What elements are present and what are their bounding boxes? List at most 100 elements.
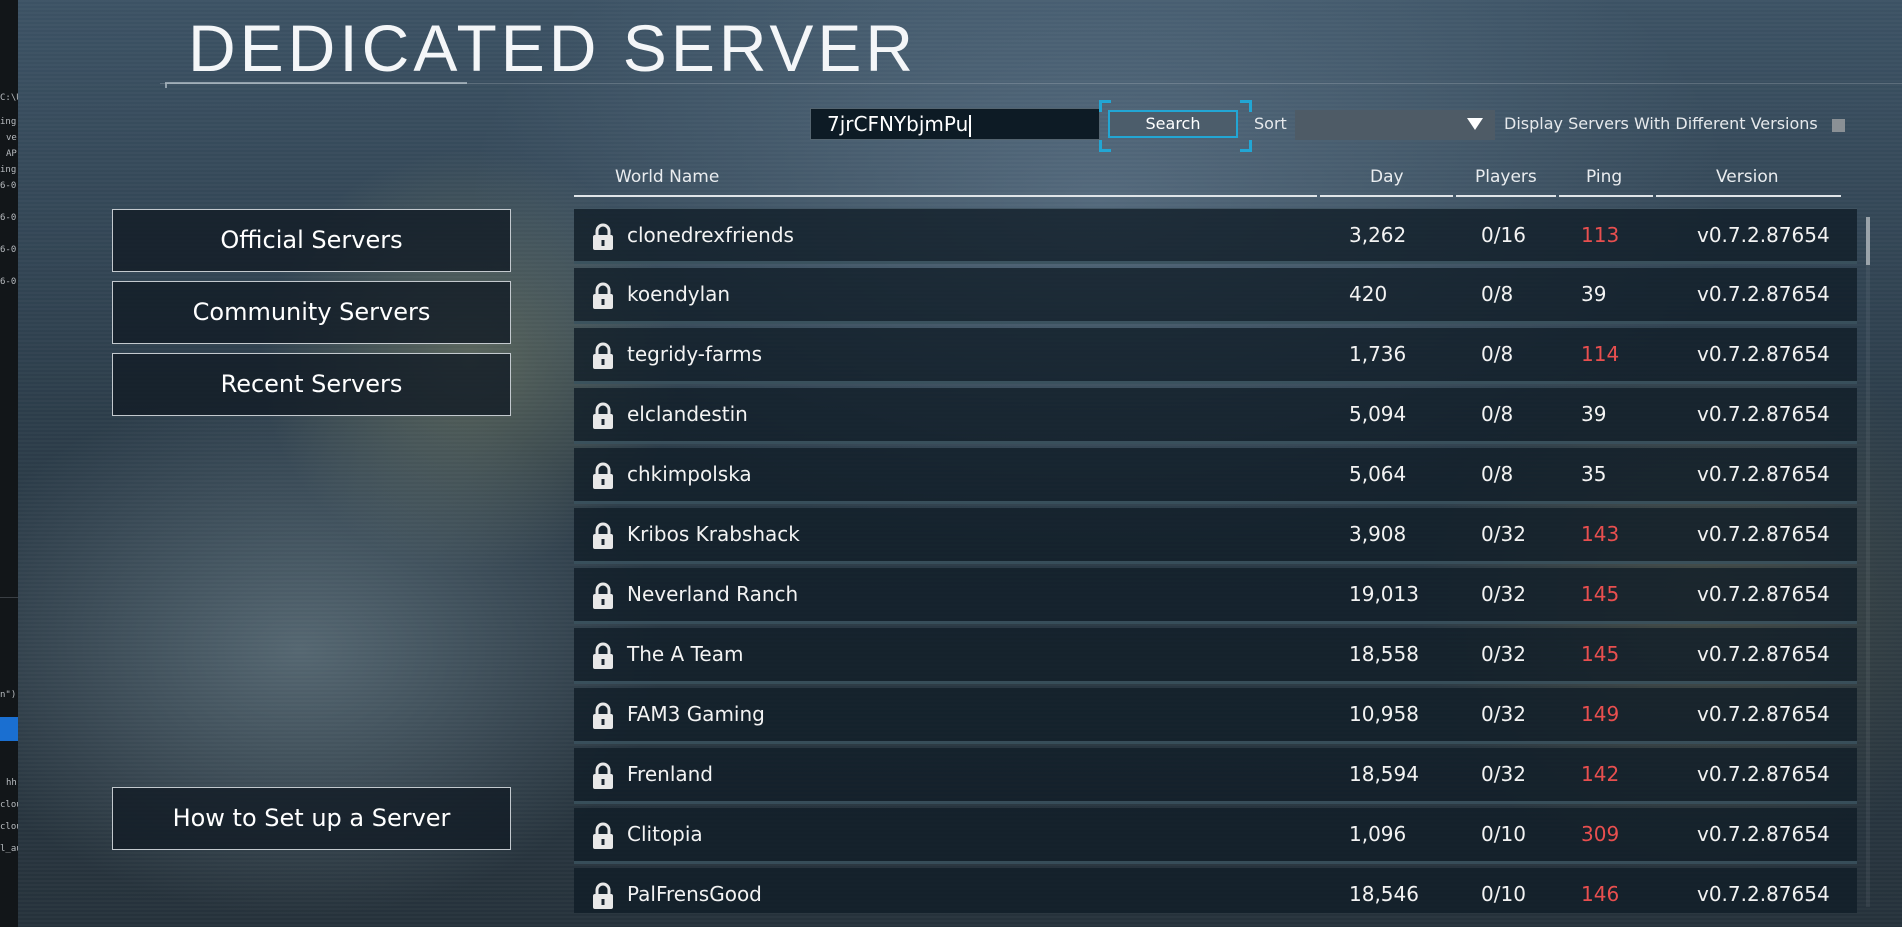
community-servers-button[interactable]: Community Servers xyxy=(112,281,511,344)
different-versions-checkbox[interactable] xyxy=(1832,119,1845,132)
terminal-line: 6-0 xyxy=(0,245,17,255)
lock-icon xyxy=(590,702,616,730)
focus-bracket xyxy=(1099,140,1111,152)
lock-icon xyxy=(590,822,616,850)
server-version: v0.7.2.87654 xyxy=(1697,762,1830,786)
header-rule xyxy=(1456,195,1556,197)
table-row[interactable]: Kribos Krabshack 3,908 0/32 143 v0.7.2.87654 xyxy=(574,508,1857,564)
server-ping: 114 xyxy=(1581,342,1620,366)
sort-label: Sort xyxy=(1254,114,1287,133)
terminal-line: hh xyxy=(6,778,17,788)
lock-icon xyxy=(590,282,616,310)
server-version: v0.7.2.87654 xyxy=(1697,822,1830,846)
server-version: v0.7.2.87654 xyxy=(1697,342,1830,366)
lock-icon xyxy=(590,402,616,430)
server-name: Clitopia xyxy=(627,822,703,846)
table-row[interactable]: Neverland Ranch 19,013 0/32 145 v0.7.2.87654 xyxy=(574,568,1857,624)
search-input-value: 7jrCFNYbjmPu xyxy=(827,112,969,136)
server-version: v0.7.2.87654 xyxy=(1697,282,1830,306)
terminal-line: 6-0 xyxy=(0,277,17,287)
server-version: v0.7.2.87654 xyxy=(1697,642,1830,666)
table-row[interactable]: chkimpolska 5,064 0/8 35 v0.7.2.87654 xyxy=(574,448,1857,504)
terminal-line: AP xyxy=(6,149,17,159)
server-ping: 145 xyxy=(1581,642,1620,666)
sort-dropdown[interactable] xyxy=(1295,110,1495,140)
table-row[interactable]: elclandestin 5,094 0/8 39 v0.7.2.87654 xyxy=(574,388,1857,444)
terminal-line: ing xyxy=(0,165,17,175)
server-name: Kribos Krabshack xyxy=(627,522,800,546)
column-header-players[interactable]: Players xyxy=(1475,167,1537,187)
server-day: 1,096 xyxy=(1349,822,1407,846)
terminal-line: l_au xyxy=(0,844,18,854)
column-header-version[interactable]: Version xyxy=(1716,167,1779,187)
terminal-line: n") xyxy=(0,690,17,700)
focus-bracket xyxy=(1240,100,1252,112)
lock-icon xyxy=(590,462,616,490)
server-list: clonedrexfriends 3,262 0/16 113 v0.7.2.87654… xyxy=(574,208,1857,913)
focus-bracket xyxy=(1240,140,1252,152)
column-header-ping[interactable]: Ping xyxy=(1586,167,1622,187)
table-row[interactable]: FAM3 Gaming 10,958 0/32 149 v0.7.2.87654 xyxy=(574,688,1857,744)
lock-icon xyxy=(590,762,616,790)
text-caret xyxy=(969,114,972,137)
recent-servers-button[interactable]: Recent Servers xyxy=(112,353,511,416)
title-accent xyxy=(165,82,467,88)
table-row[interactable]: Frenland 18,594 0/32 142 v0.7.2.87654 xyxy=(574,748,1857,804)
server-ping: 145 xyxy=(1581,582,1620,606)
server-day: 3,262 xyxy=(1349,223,1407,247)
lock-icon xyxy=(590,882,616,910)
server-name: tegridy-farms xyxy=(627,342,763,366)
server-players: 0/32 xyxy=(1481,522,1526,546)
server-players: 0/10 xyxy=(1481,882,1526,906)
table-row[interactable]: The A Team 18,558 0/32 145 v0.7.2.87654 xyxy=(574,628,1857,684)
server-ping: 143 xyxy=(1581,522,1620,546)
server-name: chkimpolska xyxy=(627,462,752,486)
server-ping: 149 xyxy=(1581,702,1620,726)
server-version: v0.7.2.87654 xyxy=(1697,402,1830,426)
terminal-selection xyxy=(0,717,18,741)
server-ping: 35 xyxy=(1581,462,1607,486)
lock-icon xyxy=(590,342,616,370)
server-players: 0/8 xyxy=(1481,462,1514,486)
server-day: 10,958 xyxy=(1349,702,1419,726)
terminal-line: ing xyxy=(0,117,17,127)
lock-icon xyxy=(590,223,616,251)
search-input[interactable]: 7jrCFNYbjmPu xyxy=(810,108,1100,140)
server-ping: 142 xyxy=(1581,762,1620,786)
different-versions-label: Display Servers With Different Versions xyxy=(1504,114,1818,133)
server-ping: 113 xyxy=(1581,223,1620,247)
column-header-world-name[interactable]: World Name xyxy=(615,167,719,187)
table-row[interactable]: PalFrensGood 18,546 0/10 146 v0.7.2.87654 xyxy=(574,868,1857,913)
server-ping: 309 xyxy=(1581,822,1620,846)
server-version: v0.7.2.87654 xyxy=(1697,702,1830,726)
scrollbar-track[interactable] xyxy=(1866,217,1870,907)
table-row[interactable]: Clitopia 1,096 0/10 309 v0.7.2.87654 xyxy=(574,808,1857,864)
server-name: koendylan xyxy=(627,282,731,306)
server-day: 18,546 xyxy=(1349,882,1419,906)
terminal-line: 6-0 xyxy=(0,181,17,191)
server-day: 5,094 xyxy=(1349,402,1407,426)
terminal-line: C:\U xyxy=(0,93,18,103)
server-name: The A Team xyxy=(627,642,744,666)
server-day: 420 xyxy=(1349,282,1388,306)
scrollbar-thumb[interactable] xyxy=(1866,217,1870,265)
server-name: Neverland Ranch xyxy=(627,582,799,606)
server-players: 0/32 xyxy=(1481,702,1526,726)
server-day: 18,558 xyxy=(1349,642,1419,666)
table-header: World Name Day Players Ping Version xyxy=(574,167,1841,197)
table-row[interactable]: koendylan 420 0/8 39 v0.7.2.87654 xyxy=(574,268,1857,324)
official-servers-button[interactable]: Official Servers xyxy=(112,209,511,272)
server-day: 5,064 xyxy=(1349,462,1407,486)
column-header-day[interactable]: Day xyxy=(1370,167,1404,187)
chevron-down-icon xyxy=(1467,118,1483,130)
terminal-line: ve xyxy=(6,133,17,143)
header-rule xyxy=(1320,195,1453,197)
page-title: DEDICATED SERVER xyxy=(188,11,918,85)
server-version: v0.7.2.87654 xyxy=(1697,223,1830,247)
setup-server-button[interactable]: How to Set up a Server xyxy=(112,787,511,850)
server-name: Frenland xyxy=(627,762,713,786)
search-button[interactable]: Search xyxy=(1108,110,1238,138)
table-row[interactable]: clonedrexfriends 3,262 0/16 113 v0.7.2.87654 xyxy=(574,208,1857,264)
server-day: 3,908 xyxy=(1349,522,1407,546)
table-row[interactable]: tegridy-farms 1,736 0/8 114 v0.7.2.87654 xyxy=(574,328,1857,384)
